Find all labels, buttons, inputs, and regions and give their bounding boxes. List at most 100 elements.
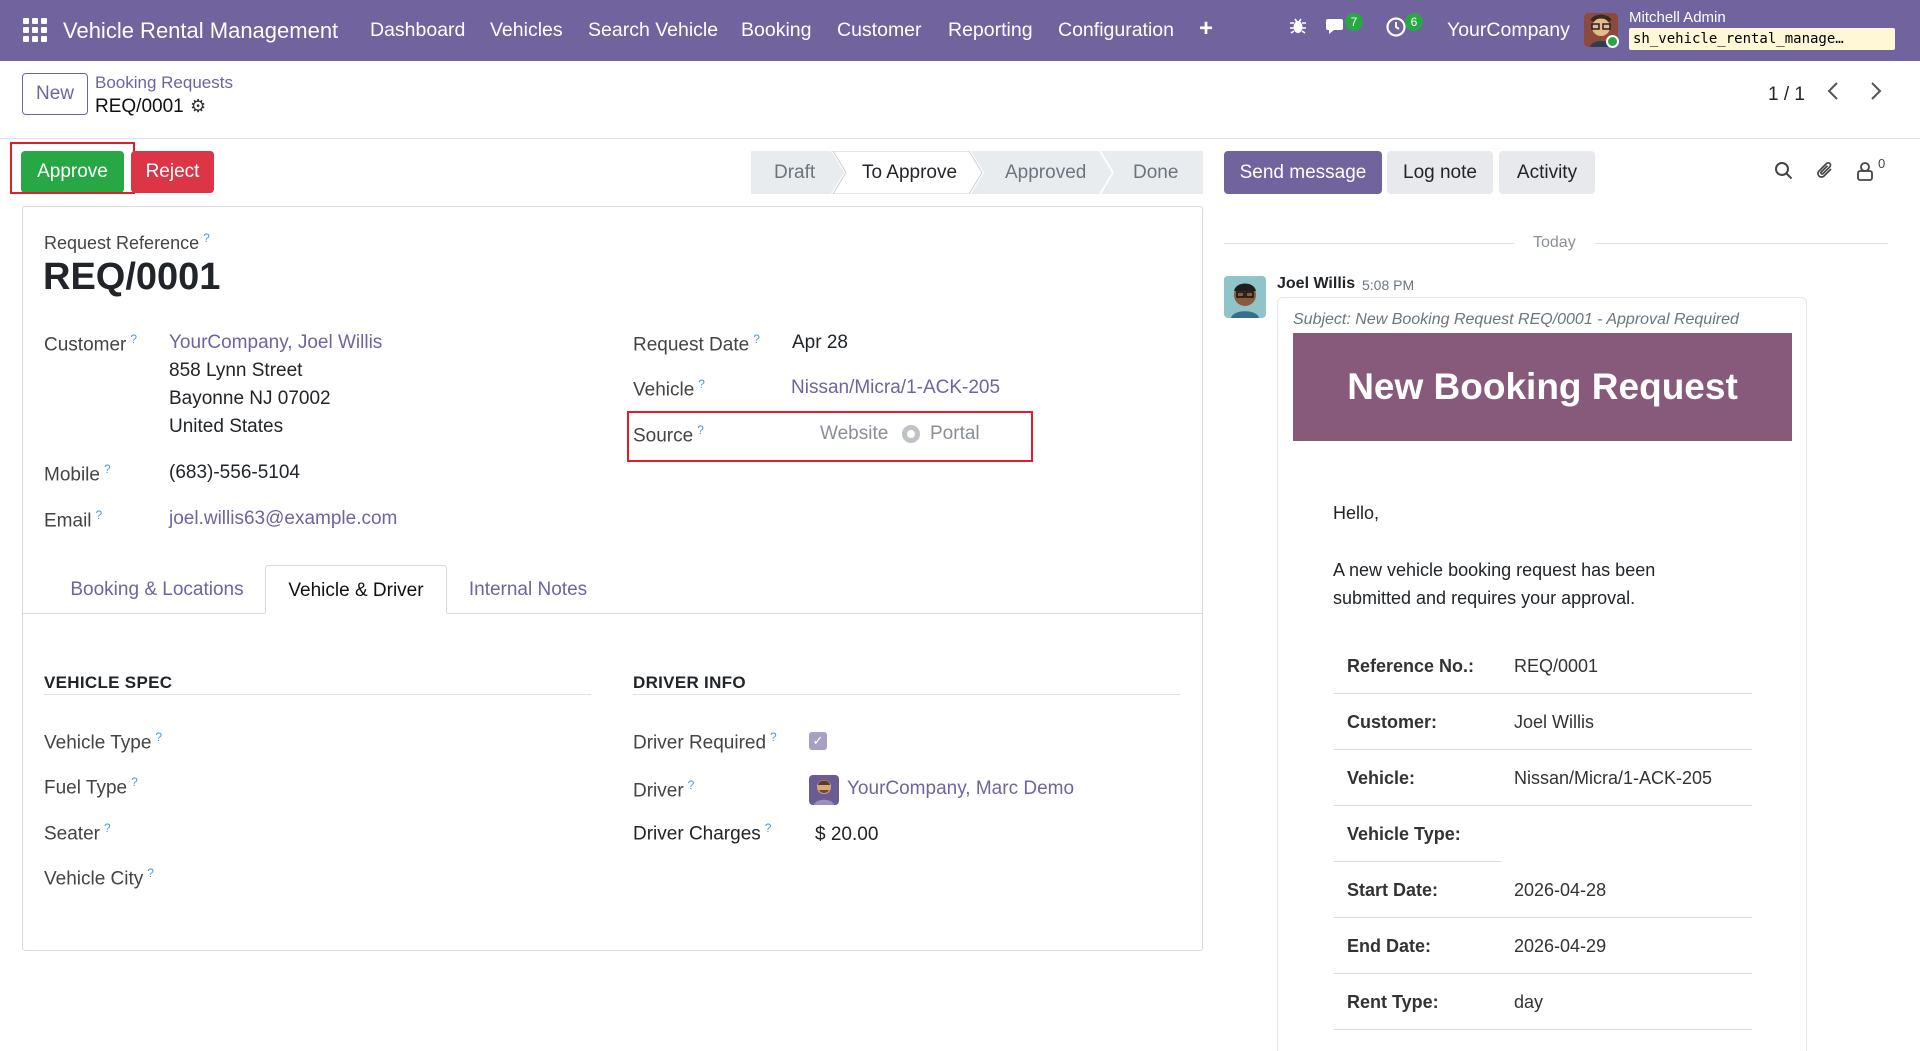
menu-vehicles[interactable]: Vehicles — [490, 19, 563, 42]
driver-link[interactable]: YourCompany, Marc Demo — [847, 778, 1074, 800]
driver-charges-field[interactable]: $ 20.00 — [815, 824, 878, 846]
vehicle-label: Vehicle? — [633, 377, 705, 401]
email-row-divider — [1334, 805, 1752, 806]
vehicle-spec-heading: VEHICLE SPEC — [44, 673, 173, 692]
author-avatar[interactable] — [1224, 276, 1266, 318]
email-row-value: Nissan/Micra/1-ACK-205 — [1514, 768, 1713, 788]
message-author[interactable]: Joel Willis — [1277, 275, 1355, 293]
new-button[interactable]: New — [22, 73, 88, 115]
request-date-field[interactable]: Apr 28 — [792, 332, 848, 354]
search-icon[interactable] — [1774, 161, 1794, 186]
email-row-value: 2026-04-29 — [1514, 936, 1607, 956]
today-divider-left — [1224, 243, 1514, 244]
customer-address-line2: Bayonne NJ 07002 — [169, 388, 331, 409]
approve-highlight-box — [10, 142, 135, 194]
menu-customer[interactable]: Customer — [837, 19, 922, 42]
today-divider-right — [1595, 243, 1888, 244]
menu-reporting[interactable]: Reporting — [948, 19, 1033, 42]
email-row-value: REQ/0001 — [1514, 656, 1599, 676]
log-note-button[interactable]: Log note — [1387, 151, 1493, 194]
email-row-divider — [1334, 749, 1752, 750]
app-title[interactable]: Vehicle Rental Management — [63, 18, 338, 44]
breadcrumb-booking-requests[interactable]: Booking Requests — [95, 73, 233, 93]
activity-button[interactable]: Activity — [1499, 151, 1595, 194]
user-name[interactable]: Mitchell Admin — [1629, 9, 1726, 26]
pager-value[interactable]: 1 / 1 — [1768, 84, 1805, 106]
menu-search-vehicle[interactable]: Search Vehicle — [588, 19, 718, 42]
email-row-divider — [1334, 693, 1752, 694]
driver-required-label: Driver Required? — [633, 730, 777, 754]
email-row-divider — [1334, 861, 1501, 862]
vehicle-type-label: Vehicle Type? — [44, 730, 163, 754]
stage-approved[interactable]: Approved — [1005, 162, 1086, 184]
tab-booking-locations[interactable]: Booking & Locations — [50, 565, 264, 614]
email-greeting: Hello, — [1333, 503, 1380, 523]
menu-configuration[interactable]: Configuration — [1058, 19, 1174, 42]
message-time: 5:08 PM — [1362, 277, 1415, 293]
email-row-label: Customer: — [1347, 712, 1438, 732]
email-row-divider — [1334, 917, 1752, 918]
customer-address-line3: United States — [169, 416, 284, 437]
plus-icon[interactable]: + — [1199, 15, 1213, 43]
send-message-button[interactable]: Send message — [1224, 151, 1382, 194]
email-row-label: Reference No.: — [1347, 656, 1475, 676]
online-status-icon — [1606, 35, 1619, 48]
menu-dashboard[interactable]: Dashboard — [370, 19, 465, 42]
reject-button[interactable]: Reject — [131, 151, 214, 193]
today-label: Today — [1533, 234, 1576, 251]
email-row-label: Start Date: — [1347, 880, 1439, 900]
chat-badge: 7 — [1345, 13, 1363, 31]
email-row-label: End Date: — [1347, 936, 1432, 956]
company-switcher[interactable]: YourCompany — [1447, 19, 1570, 42]
message-subject: Subject: New Booking Request REQ/0001 - … — [1293, 311, 1739, 328]
apps-menu-icon[interactable] — [23, 18, 47, 42]
vehicle-link[interactable]: Nissan/Micra/1-ACK-205 — [791, 377, 1000, 399]
driver-required-checkbox[interactable]: ✓ — [809, 732, 827, 750]
email-row-label: Vehicle Type: — [1347, 824, 1461, 844]
seater-label: Seater? — [44, 821, 111, 845]
email-row-label: Rent Type: — [1347, 992, 1439, 1012]
request-reference-value: REQ/0001 — [43, 256, 221, 298]
follower-count: 0 — [1878, 156, 1886, 171]
customer-link[interactable]: YourCompany, Joel Willis — [169, 332, 382, 354]
email-row-divider — [1334, 1029, 1752, 1030]
paperclip-icon[interactable] — [1814, 160, 1836, 187]
email-banner: New Booking Request — [1293, 333, 1792, 441]
bug-icon[interactable] — [1288, 16, 1308, 42]
request-reference-label: Request Reference? — [44, 231, 210, 253]
source-highlight-box — [627, 411, 1033, 462]
chevron-right-icon[interactable] — [1869, 80, 1883, 108]
customer-address-line1: 858 Lynn Street — [169, 360, 303, 381]
driver-avatar — [809, 775, 839, 805]
email-row-value: day — [1514, 992, 1544, 1012]
tab-internal-notes[interactable]: Internal Notes — [448, 565, 608, 614]
driver-charges-label: Driver Charges? — [633, 821, 772, 845]
email-link[interactable]: joel.willis63@example.com — [169, 508, 397, 530]
request-date-label: Request Date? — [633, 332, 760, 356]
driver-label: Driver? — [633, 778, 695, 802]
vehicle-spec-divider — [44, 694, 591, 695]
stage-to-approve[interactable]: To Approve — [862, 162, 957, 184]
database-name: sh_vehicle_rental_manage… — [1629, 28, 1895, 50]
email-row-value: Joel Willis — [1514, 712, 1595, 732]
driver-info-heading: DRIVER INFO — [633, 673, 746, 692]
clock-icon[interactable] — [1385, 16, 1407, 44]
record-name: REQ/0001 — [95, 96, 184, 117]
control-panel-divider — [0, 138, 1920, 139]
stage-draft[interactable]: Draft — [774, 162, 815, 184]
mobile-label: Mobile? — [44, 462, 111, 486]
email-body-line1: A new vehicle booking request has been — [1333, 560, 1656, 580]
top-navbar: Vehicle Rental Management Dashboard Vehi… — [0, 0, 1920, 61]
tab-vehicle-driver[interactable]: Vehicle & Driver — [265, 565, 447, 614]
gear-icon[interactable]: ⚙ — [190, 96, 206, 117]
activity-badge: 6 — [1405, 13, 1423, 31]
follower-icon[interactable] — [1855, 160, 1875, 187]
stage-done[interactable]: Done — [1133, 162, 1178, 184]
email-row-label: Vehicle: — [1347, 768, 1416, 788]
menu-booking[interactable]: Booking — [741, 19, 811, 42]
driver-info-divider — [633, 694, 1180, 695]
mobile-field[interactable]: (683)-556-5104 — [169, 462, 300, 484]
email-row-value: 2026-04-28 — [1514, 880, 1607, 900]
fuel-type-label: Fuel Type? — [44, 775, 138, 799]
chevron-left-icon[interactable] — [1826, 80, 1840, 108]
